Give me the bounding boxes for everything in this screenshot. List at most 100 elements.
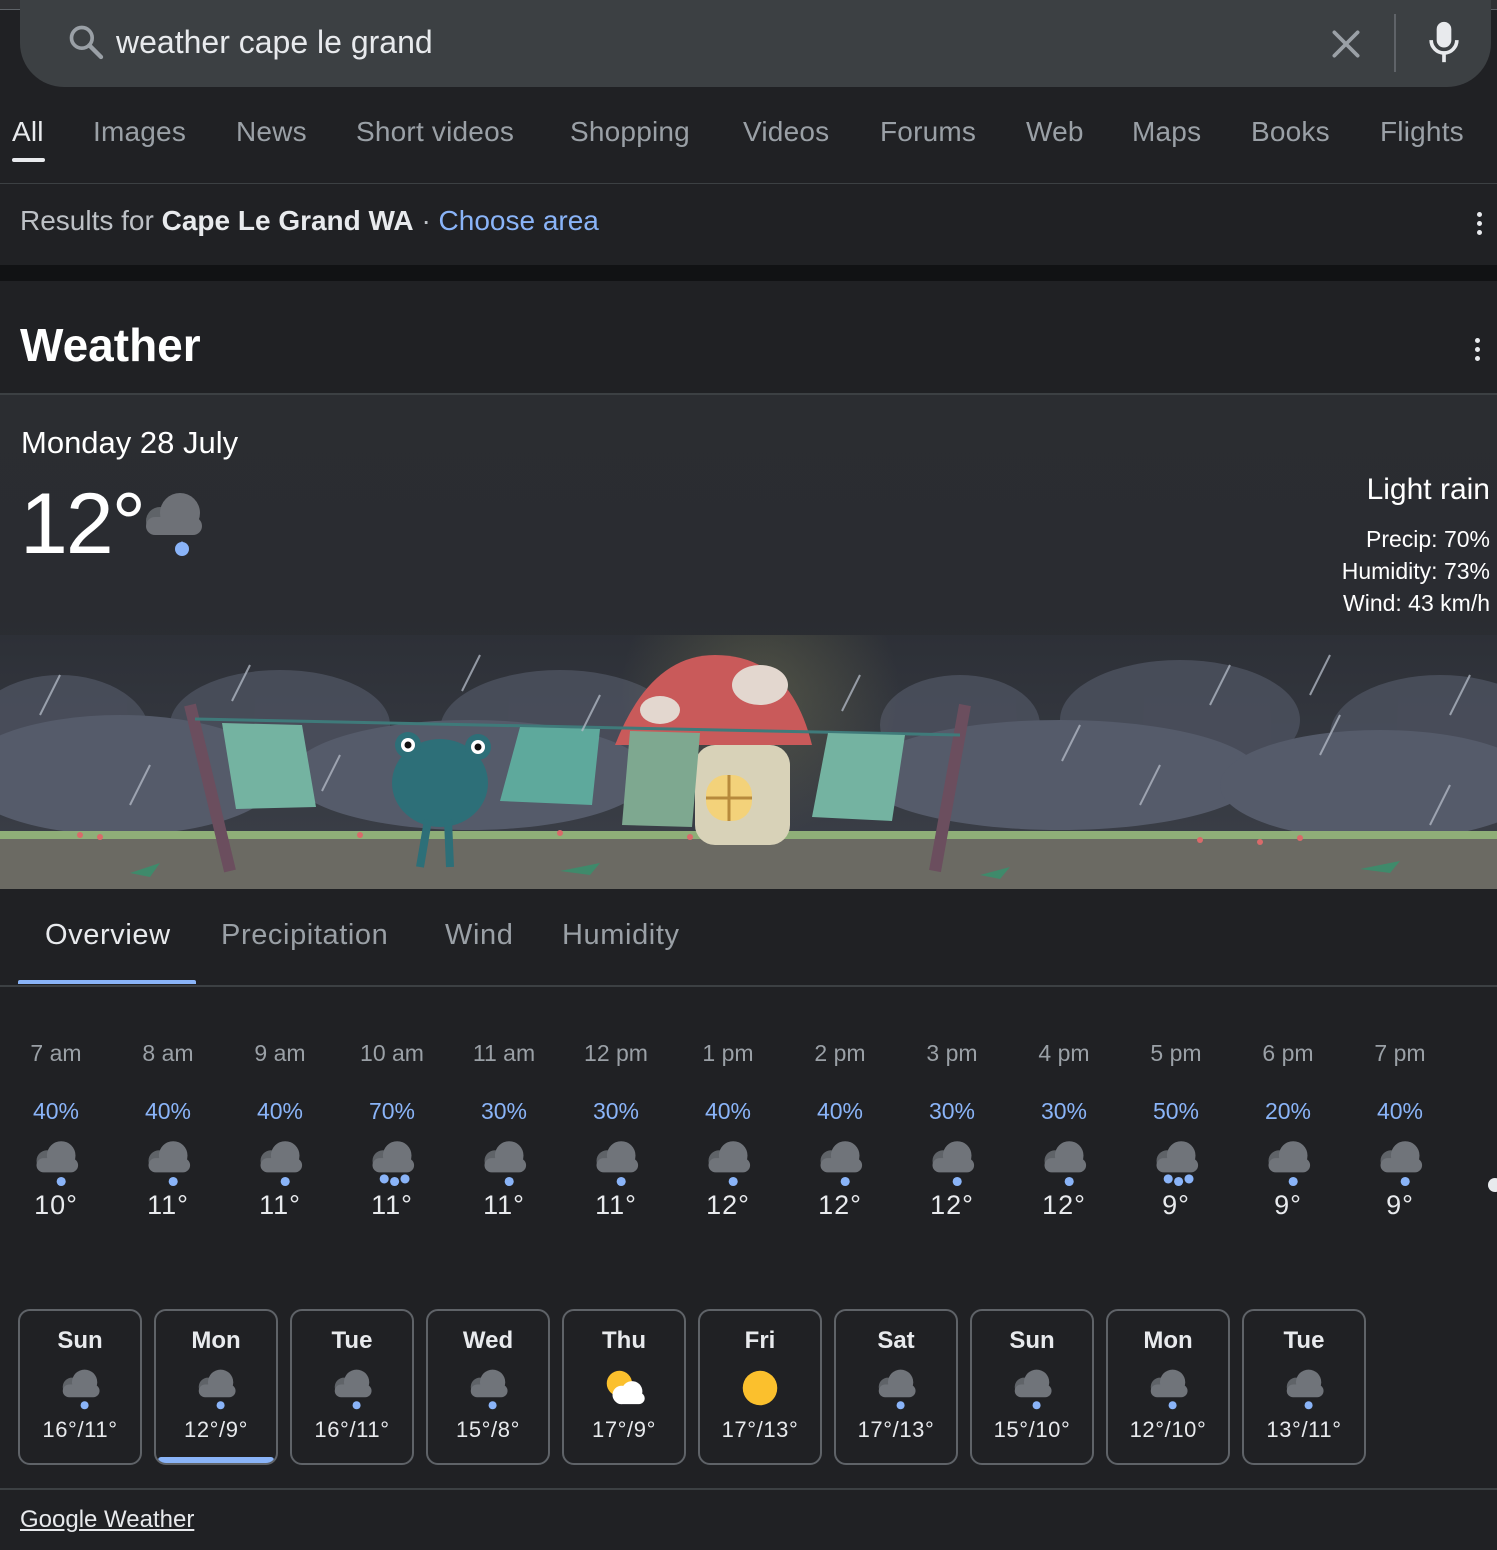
hourly-forecast[interactable]: 7 am 40% 10° 8 am 40% 11° 9 am 40% 11° 10 am 70% 11…: [0, 1030, 1497, 1270]
weather-more-icon[interactable]: [1473, 336, 1481, 364]
hour-precip: 40%: [704, 1098, 752, 1124]
hourly-item: 5 pm 50% 9°: [1120, 1030, 1232, 1221]
hour-label: 2 pm: [814, 1040, 866, 1066]
day-card[interactable]: Sun 16°/11°: [18, 1309, 142, 1465]
hour-precip: 40%: [144, 1098, 192, 1124]
hour-label: 3 pm: [926, 1040, 978, 1066]
tab-web[interactable]: Web: [1026, 116, 1084, 148]
google-weather-link[interactable]: Google Weather: [20, 1506, 194, 1534]
light-rain-icon: [193, 1365, 239, 1411]
day-card[interactable]: Thu 17°/9°: [562, 1309, 686, 1465]
day-card[interactable]: Sat 17°/13°: [834, 1309, 958, 1465]
hour-temp: 10°: [34, 1190, 78, 1220]
search-divider: [1394, 14, 1396, 72]
light-rain-icon: [926, 1136, 978, 1188]
partly-cloudy-icon: [601, 1365, 647, 1411]
hourly-item: 12 pm 30% 11°: [560, 1030, 672, 1221]
tab-short-videos[interactable]: Short videos: [356, 116, 514, 148]
day-name: Thu: [602, 1327, 646, 1354]
hourly-item: 3 pm 30% 12°: [896, 1030, 1008, 1221]
day-name: Sun: [57, 1327, 103, 1354]
hour-temp: 9°: [1386, 1190, 1414, 1220]
day-temps: 17°/13°: [721, 1417, 799, 1442]
location-place: Cape Le Grand WA: [161, 205, 414, 236]
light-rain-icon: [30, 1136, 82, 1188]
choose-area-link[interactable]: Choose area: [439, 205, 599, 236]
close-icon[interactable]: [1326, 24, 1366, 64]
hourly-item: 2 pm 40% 12°: [784, 1030, 896, 1221]
day-card[interactable]: Mon 12°/10°: [1106, 1309, 1230, 1465]
day-card[interactable]: Tue 13°/11°: [1242, 1309, 1366, 1465]
location-separator: ·: [421, 205, 431, 236]
tab-all[interactable]: All: [12, 116, 44, 148]
light-rain-icon: [1262, 1136, 1314, 1188]
wind-stat: Wind: 43 km/h: [1343, 590, 1490, 616]
light-rain-icon: [1374, 1136, 1426, 1188]
hour-label: 4 pm: [1038, 1040, 1090, 1066]
hourly-item: 7 am 40% 10°: [0, 1030, 112, 1221]
day-name: Sat: [877, 1327, 915, 1354]
hour-label: 5 pm: [1150, 1040, 1202, 1066]
tab-videos[interactable]: Videos: [743, 116, 829, 148]
tab-flights[interactable]: Flights: [1380, 116, 1464, 148]
light-rain-icon: [329, 1365, 375, 1411]
hour-precip: 70%: [368, 1098, 416, 1124]
rain-icon: [366, 1136, 418, 1188]
location-more-icon[interactable]: [1475, 210, 1483, 238]
hour-label: 6 pm: [1262, 1040, 1314, 1066]
light-rain-icon: [1145, 1365, 1191, 1411]
search-input[interactable]: weather cape le grand: [116, 22, 433, 62]
day-card[interactable]: Tue 16°/11°: [290, 1309, 414, 1465]
footer-divider: [0, 1488, 1497, 1490]
tab-forums[interactable]: Forums: [880, 116, 976, 148]
day-temps: 12°/10°: [1129, 1417, 1207, 1442]
hour-label: 12 pm: [584, 1040, 648, 1066]
light-rain-icon: [590, 1136, 642, 1188]
hour-precip: 40%: [1376, 1098, 1424, 1124]
hour-label: 10 am: [360, 1040, 424, 1066]
tab-precipitation[interactable]: Precipitation: [221, 919, 388, 952]
hourly-item: 1 pm 40% 12°: [672, 1030, 784, 1221]
tab-images[interactable]: Images: [93, 116, 186, 148]
subtab-active-indicator: [18, 980, 196, 984]
subtabs-divider: [0, 985, 1497, 987]
day-name: Mon: [191, 1327, 241, 1354]
day-card[interactable]: Mon 12°/9°: [154, 1309, 278, 1465]
microphone-icon[interactable]: [1422, 18, 1466, 66]
tab-news[interactable]: News: [236, 116, 307, 148]
day-temps: 13°/11°: [1266, 1417, 1342, 1442]
scroll-indicator[interactable]: [1488, 1178, 1497, 1192]
light-rain-icon: [1009, 1365, 1055, 1411]
hour-label: 7 pm: [1374, 1040, 1426, 1066]
hour-temp: 11°: [371, 1190, 413, 1220]
location-line: Results for Cape Le Grand WA · Choose ar…: [20, 205, 599, 237]
day-name: Fri: [744, 1327, 776, 1354]
search-icon[interactable]: [66, 22, 106, 62]
day-card[interactable]: Sun 15°/10°: [970, 1309, 1094, 1465]
hourly-item: 7 pm 40% 9°: [1344, 1030, 1456, 1221]
tab-books[interactable]: Books: [1251, 116, 1330, 148]
day-temps: 17°/13°: [857, 1417, 935, 1442]
tab-maps[interactable]: Maps: [1132, 116, 1201, 148]
weather-hero: Monday 28 July 12° Light rain Precip: 70…: [0, 395, 1497, 889]
current-conditions: Light rain Precip: 70% Humidity: 73% Win…: [1342, 473, 1490, 619]
hour-temp: 12°: [706, 1190, 750, 1220]
day-card[interactable]: Fri 17°/13°: [698, 1309, 822, 1465]
tab-shopping[interactable]: Shopping: [570, 116, 690, 148]
light-rain-icon: [142, 1136, 194, 1188]
condition-text: Light rain: [1366, 473, 1490, 506]
tab-overview[interactable]: Overview: [45, 919, 171, 952]
hour-label: 8: [1456, 1030, 1497, 1076]
day-card[interactable]: Wed 15°/8°: [426, 1309, 550, 1465]
tab-humidity[interactable]: Humidity: [562, 919, 680, 952]
tab-wind[interactable]: Wind: [445, 919, 513, 952]
light-rain-icon: [814, 1136, 866, 1188]
light-rain-icon: [702, 1136, 754, 1188]
light-rain-icon: [478, 1136, 530, 1188]
hour-temp: 9°: [1274, 1190, 1302, 1220]
hour-label: 7 am: [30, 1040, 82, 1066]
hour-precip: 40%: [32, 1098, 80, 1124]
hour-temp: 11°: [259, 1190, 301, 1220]
search-bar[interactable]: weather cape le grand: [20, 0, 1491, 87]
weather-date: Monday 28 July: [21, 425, 239, 460]
